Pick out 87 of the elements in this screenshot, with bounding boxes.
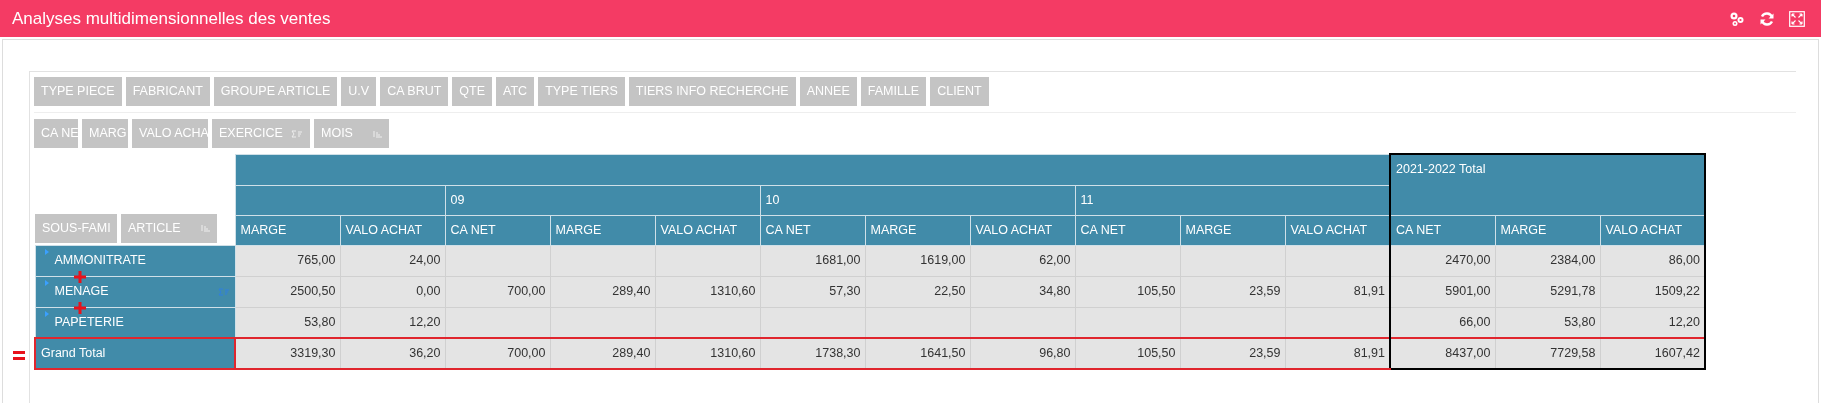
- value-cell: 289,40: [612, 346, 651, 361]
- sum-sort-icon: [291, 129, 303, 138]
- value-cell: 53,80: [304, 314, 336, 329]
- field-chip[interactable]: EXERCICE: [212, 119, 310, 148]
- value-cell: 5291,78: [1550, 284, 1596, 299]
- column-header: VALO ACHAT: [1290, 222, 1368, 237]
- value-cell: 1738,30: [815, 346, 861, 361]
- value-cell: 2470,00: [1445, 253, 1491, 268]
- row-label: PAPETERIE: [54, 313, 124, 331]
- value-cell: 1509,22: [1654, 284, 1700, 299]
- value-cell: 1641,50: [920, 346, 966, 361]
- column-header: CA NET: [1080, 222, 1126, 237]
- value-cell: 36,20: [409, 346, 441, 361]
- row-label: AMMONITRATE: [54, 252, 146, 270]
- value-cell: 105,50: [1137, 346, 1176, 361]
- field-chip[interactable]: GROUPE ARTICLE: [213, 77, 338, 106]
- value-cell: 2500,50: [290, 284, 336, 299]
- value-cell: 700,00: [507, 346, 546, 361]
- field-chip[interactable]: FAMILLE: [860, 77, 927, 106]
- column-header: CA NET: [450, 222, 496, 237]
- column-group-header: 09: [450, 192, 465, 207]
- value-cell: 66,00: [1459, 314, 1491, 329]
- column-header: VALO ACHAT: [345, 222, 423, 237]
- field-chip[interactable]: MOIS: [314, 119, 389, 148]
- value-cell: 81,91: [1353, 284, 1385, 299]
- field-chip[interactable]: CLIENT: [930, 77, 989, 106]
- value-cell: 12,20: [409, 314, 441, 329]
- value-cell: 86,00: [1668, 253, 1700, 268]
- column-group-header: 10: [765, 192, 780, 207]
- value-cell: 8437,00: [1445, 346, 1491, 361]
- value-cell: 1310,60: [710, 346, 756, 361]
- row-label: MENAGE: [54, 283, 109, 301]
- column-header: MARGE: [555, 222, 602, 237]
- field-chip[interactable]: QTE: [452, 77, 493, 106]
- column-header: VALO ACHAT: [975, 222, 1053, 237]
- value-cell: 3319,30: [290, 346, 336, 361]
- field-chip[interactable]: VALO ACHA: [132, 119, 208, 148]
- window-title: Analyses multidimensionnelles des ventes: [12, 7, 331, 30]
- column-header: VALO ACHAT: [1605, 222, 1683, 237]
- value-cell: 289,40: [612, 284, 651, 299]
- column-header: CA NET: [1396, 222, 1442, 237]
- column-header: MARGE: [1185, 222, 1232, 237]
- value-cell: 24,00: [409, 253, 441, 268]
- value-cell: 7729,58: [1550, 346, 1596, 361]
- value-cell: 96,80: [1039, 346, 1071, 361]
- field-chip[interactable]: CA NE: [34, 119, 78, 148]
- field-chip[interactable]: MARG: [82, 119, 128, 148]
- value-cell: 1607,42: [1654, 346, 1700, 361]
- field-chip[interactable]: CA BRUT: [380, 77, 449, 106]
- value-cell: 23,59: [1249, 346, 1281, 361]
- value-cell: 57,30: [829, 284, 861, 299]
- field-chip[interactable]: ATC: [496, 77, 535, 106]
- field-chip[interactable]: SOUS-FAMI: [35, 213, 117, 243]
- fullscreen-icon[interactable]: [1789, 10, 1805, 27]
- field-chip[interactable]: TYPE PIECE: [34, 77, 122, 106]
- value-cell: 22,50: [934, 284, 966, 299]
- value-cell: 1310,60: [710, 284, 756, 299]
- value-cell: 105,50: [1137, 284, 1176, 299]
- refresh-icon[interactable]: [1759, 10, 1775, 27]
- value-cell: 53,80: [1564, 314, 1596, 329]
- column-group-header: 2021-2022 Total: [1396, 162, 1486, 176]
- value-cell: 5901,00: [1445, 284, 1491, 299]
- value-cell: 700,00: [507, 284, 546, 299]
- value-cell: 23,59: [1249, 284, 1281, 299]
- gears-icon[interactable]: [1729, 10, 1745, 27]
- field-chip[interactable]: U.V: [341, 77, 377, 106]
- field-chip[interactable]: ANNEE: [799, 77, 857, 106]
- total-label: Grand Total: [41, 345, 106, 363]
- value-cell: 34,80: [1039, 284, 1071, 299]
- column-group-header: 11: [1080, 192, 1094, 207]
- value-cell: 12,20: [1668, 314, 1700, 329]
- value-cell: 1681,00: [815, 253, 861, 268]
- column-header: MARGE: [240, 222, 287, 237]
- field-chip[interactable]: ARTICLE: [121, 213, 217, 243]
- value-cell: 2384,00: [1550, 253, 1596, 268]
- column-header: CA NET: [765, 222, 811, 237]
- field-chip[interactable]: FABRICANT: [125, 77, 210, 106]
- value-cell: 81,91: [1353, 346, 1385, 361]
- field-chip[interactable]: TYPE TIERS: [538, 77, 625, 106]
- value-cell: 62,00: [1039, 253, 1071, 268]
- field-chip[interactable]: TIERS INFO RECHERCHE: [628, 77, 796, 106]
- column-header: MARGE: [1500, 222, 1547, 237]
- value-cell: 0,00: [416, 284, 441, 299]
- column-header: MARGE: [870, 222, 917, 237]
- value-cell: 765,00: [297, 253, 336, 268]
- column-header: VALO ACHAT: [660, 222, 738, 237]
- value-cell: 1619,00: [920, 253, 966, 268]
